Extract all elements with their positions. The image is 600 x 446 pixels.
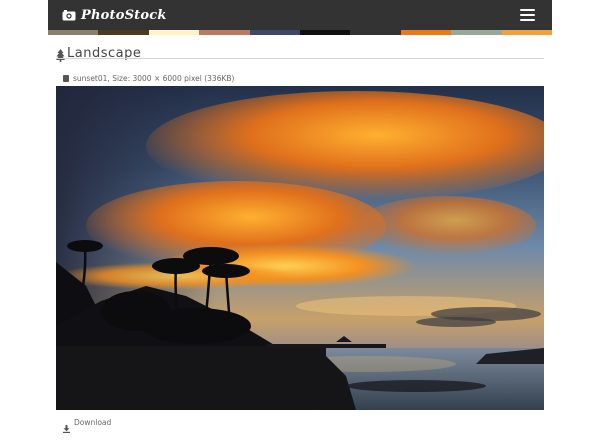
hamburger-menu-icon[interactable] [520,9,535,22]
photo-info-text: sunset01, Size: 3000 × 6000 pixel (336KB… [73,73,235,83]
color-swatch[interactable] [98,30,149,35]
color-swatch[interactable] [451,30,502,35]
navbar: PhotoStock [48,0,552,30]
download-link[interactable]: Download [63,417,112,433]
download-label: Download [74,417,112,427]
color-swatch[interactable] [48,30,99,35]
color-swatch[interactable] [199,30,250,35]
photo-info: sunset01, Size: 3000 × 6000 pixel (336KB… [63,73,234,83]
camera-icon [62,9,76,21]
color-swatch[interactable] [501,30,553,35]
color-swatch[interactable] [249,30,301,35]
brand-name: PhotoStock [81,7,167,23]
download-icon [63,418,70,433]
color-swatch[interactable] [300,30,351,35]
file-icon [63,74,69,82]
title-divider [56,58,544,59]
color-swatch[interactable] [350,30,401,35]
color-swatch-bar [48,30,553,35]
page-title: Landscape [56,44,141,62]
page: PhotoStock Landscape sunset01, Size: 300… [48,0,553,446]
brand-logo[interactable]: PhotoStock [62,6,167,24]
color-swatch[interactable] [148,30,200,35]
color-swatch[interactable] [400,30,452,35]
photo-image[interactable] [56,86,544,410]
